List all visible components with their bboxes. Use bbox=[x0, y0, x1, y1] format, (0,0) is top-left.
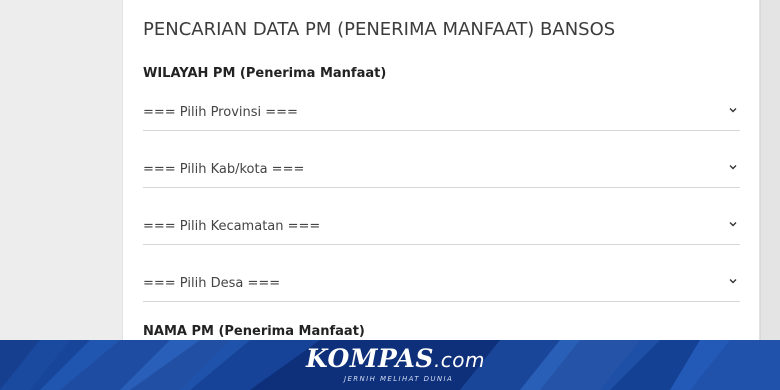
logo-wordmark: KOMPAS.com bbox=[306, 344, 485, 373]
nama-section-label: NAMA PM (Penerima Manfaat) bbox=[143, 324, 365, 339]
kompas-logo: KOMPAS.com JERNIH MELIHAT DUNIA bbox=[306, 344, 486, 388]
chevron-down-icon bbox=[729, 165, 737, 170]
page-title: PENCARIAN DATA PM (PENERIMA MANFAAT) BAN… bbox=[143, 19, 616, 40]
chevron-down-icon bbox=[729, 108, 737, 113]
regency-select[interactable]: === Pilih Kab/kota === bbox=[143, 152, 740, 188]
divider bbox=[760, 0, 761, 390]
district-select-value: === Pilih Kecamatan === bbox=[143, 219, 321, 234]
logo-domain: .com bbox=[433, 348, 486, 372]
chevron-down-icon bbox=[729, 279, 737, 284]
province-select-value: === Pilih Provinsi === bbox=[143, 105, 298, 120]
search-form-card: PENCARIAN DATA PM (PENERIMA MANFAAT) BAN… bbox=[122, 0, 760, 390]
district-select[interactable]: === Pilih Kecamatan === bbox=[143, 209, 740, 245]
logo-brand: KOMPAS bbox=[306, 344, 434, 373]
logo-tagline: JERNIH MELIHAT DUNIA bbox=[344, 375, 454, 383]
wilayah-section-label: WILAYAH PM (Penerima Manfaat) bbox=[143, 66, 387, 81]
village-select[interactable]: === Pilih Desa === bbox=[143, 266, 740, 302]
scrollbar-track[interactable] bbox=[760, 0, 780, 390]
regency-select-value: === Pilih Kab/kota === bbox=[143, 162, 305, 177]
province-select[interactable]: === Pilih Provinsi === bbox=[143, 95, 740, 131]
village-select-value: === Pilih Desa === bbox=[143, 276, 281, 291]
page-background-left bbox=[0, 0, 122, 390]
chevron-down-icon bbox=[729, 222, 737, 227]
